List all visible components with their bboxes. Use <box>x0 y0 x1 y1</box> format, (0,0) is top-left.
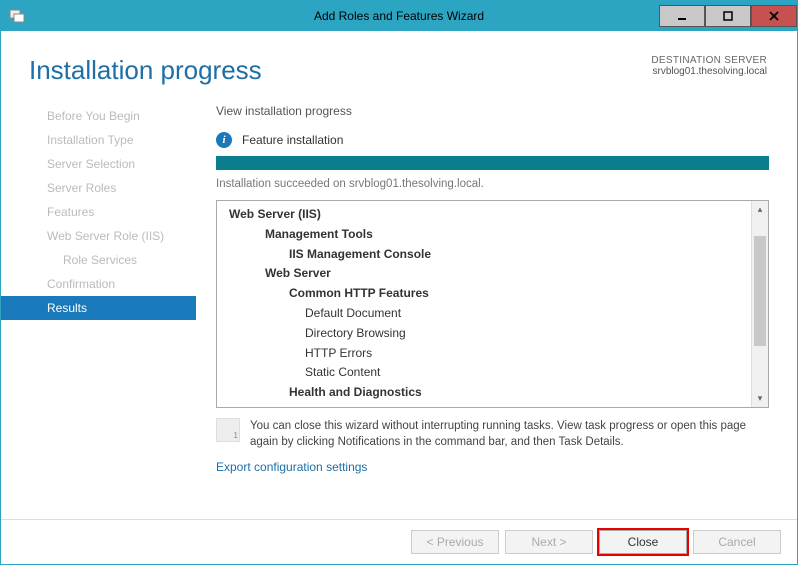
destination-server: srvblog01.thesolving.local <box>651 66 767 77</box>
titlebar[interactable]: Add Roles and Features Wizard <box>1 1 797 31</box>
feature-label: Feature installation <box>242 133 343 147</box>
wizard-window: Add Roles and Features Wizard Installati… <box>0 0 798 565</box>
status-text: Installation succeeded on srvblog01.thes… <box>216 178 769 190</box>
results-tree-box: Web Server (IIS)Management ToolsIIS Mana… <box>216 200 769 408</box>
tree-node[interactable]: Directory Browsing <box>217 324 751 344</box>
app-icon <box>9 8 25 24</box>
sidebar-item-before-you-begin: Before You Begin <box>1 104 196 128</box>
page-title: Installation progress <box>29 55 262 86</box>
sidebar-item-role-services: Role Services <box>1 248 196 272</box>
window-title: Add Roles and Features Wizard <box>314 9 484 23</box>
window-controls <box>659 5 797 27</box>
note-row: 1 You can close this wizard without inte… <box>216 418 769 450</box>
feature-row: i Feature installation <box>216 132 769 148</box>
sidebar-item-server-selection: Server Selection <box>1 152 196 176</box>
flag-icon: 1 <box>216 418 240 442</box>
next-button: Next > <box>505 530 593 554</box>
sidebar-item-confirmation: Confirmation <box>1 272 196 296</box>
header: Installation progress DESTINATION SERVER… <box>1 31 797 104</box>
info-icon: i <box>216 132 232 148</box>
tree-node[interactable]: Web Server <box>217 264 751 284</box>
tree-node[interactable]: Management Tools <box>217 225 751 245</box>
sidebar-item-web-server-role: Web Server Role (IIS) <box>1 224 196 248</box>
scroll-track[interactable] <box>752 218 768 390</box>
tree-node[interactable]: Static Content <box>217 363 751 383</box>
sidebar-item-installation-type: Installation Type <box>1 128 196 152</box>
results-tree[interactable]: Web Server (IIS)Management ToolsIIS Mana… <box>217 201 751 407</box>
tree-node[interactable]: HTTP Logging <box>217 403 751 407</box>
maximize-button[interactable] <box>705 5 751 27</box>
cancel-button: Cancel <box>693 530 781 554</box>
previous-button: < Previous <box>411 530 499 554</box>
close-window-button[interactable] <box>751 5 797 27</box>
tree-node[interactable]: Health and Diagnostics <box>217 383 751 403</box>
destination-info: DESTINATION SERVER srvblog01.thesolving.… <box>651 55 767 86</box>
content-subheading: View installation progress <box>216 104 769 118</box>
tree-node[interactable]: Default Document <box>217 304 751 324</box>
sidebar-item-server-roles: Server Roles <box>1 176 196 200</box>
content: View installation progress i Feature ins… <box>196 104 797 519</box>
progress-bar <box>216 156 769 170</box>
close-button[interactable]: Close <box>599 530 687 554</box>
footer: < Previous Next > Close Cancel <box>1 519 797 564</box>
scroll-down-icon[interactable]: ▾ <box>752 390 768 407</box>
export-configuration-link[interactable]: Export configuration settings <box>216 460 769 474</box>
minimize-button[interactable] <box>659 5 705 27</box>
scroll-thumb[interactable] <box>754 236 766 346</box>
sidebar: Before You Begin Installation Type Serve… <box>1 104 196 519</box>
tree-node[interactable]: Common HTTP Features <box>217 284 751 304</box>
note-text: You can close this wizard without interr… <box>250 418 769 450</box>
destination-label: DESTINATION SERVER <box>651 55 767 66</box>
sidebar-item-features: Features <box>1 200 196 224</box>
scrollbar[interactable]: ▴ ▾ <box>751 201 768 407</box>
body: Before You Begin Installation Type Serve… <box>1 104 797 519</box>
sidebar-item-results[interactable]: Results <box>1 296 196 320</box>
tree-node[interactable]: Web Server (IIS) <box>217 205 751 225</box>
tree-node[interactable]: IIS Management Console <box>217 245 751 265</box>
scroll-up-icon[interactable]: ▴ <box>752 201 768 218</box>
tree-node[interactable]: HTTP Errors <box>217 344 751 364</box>
